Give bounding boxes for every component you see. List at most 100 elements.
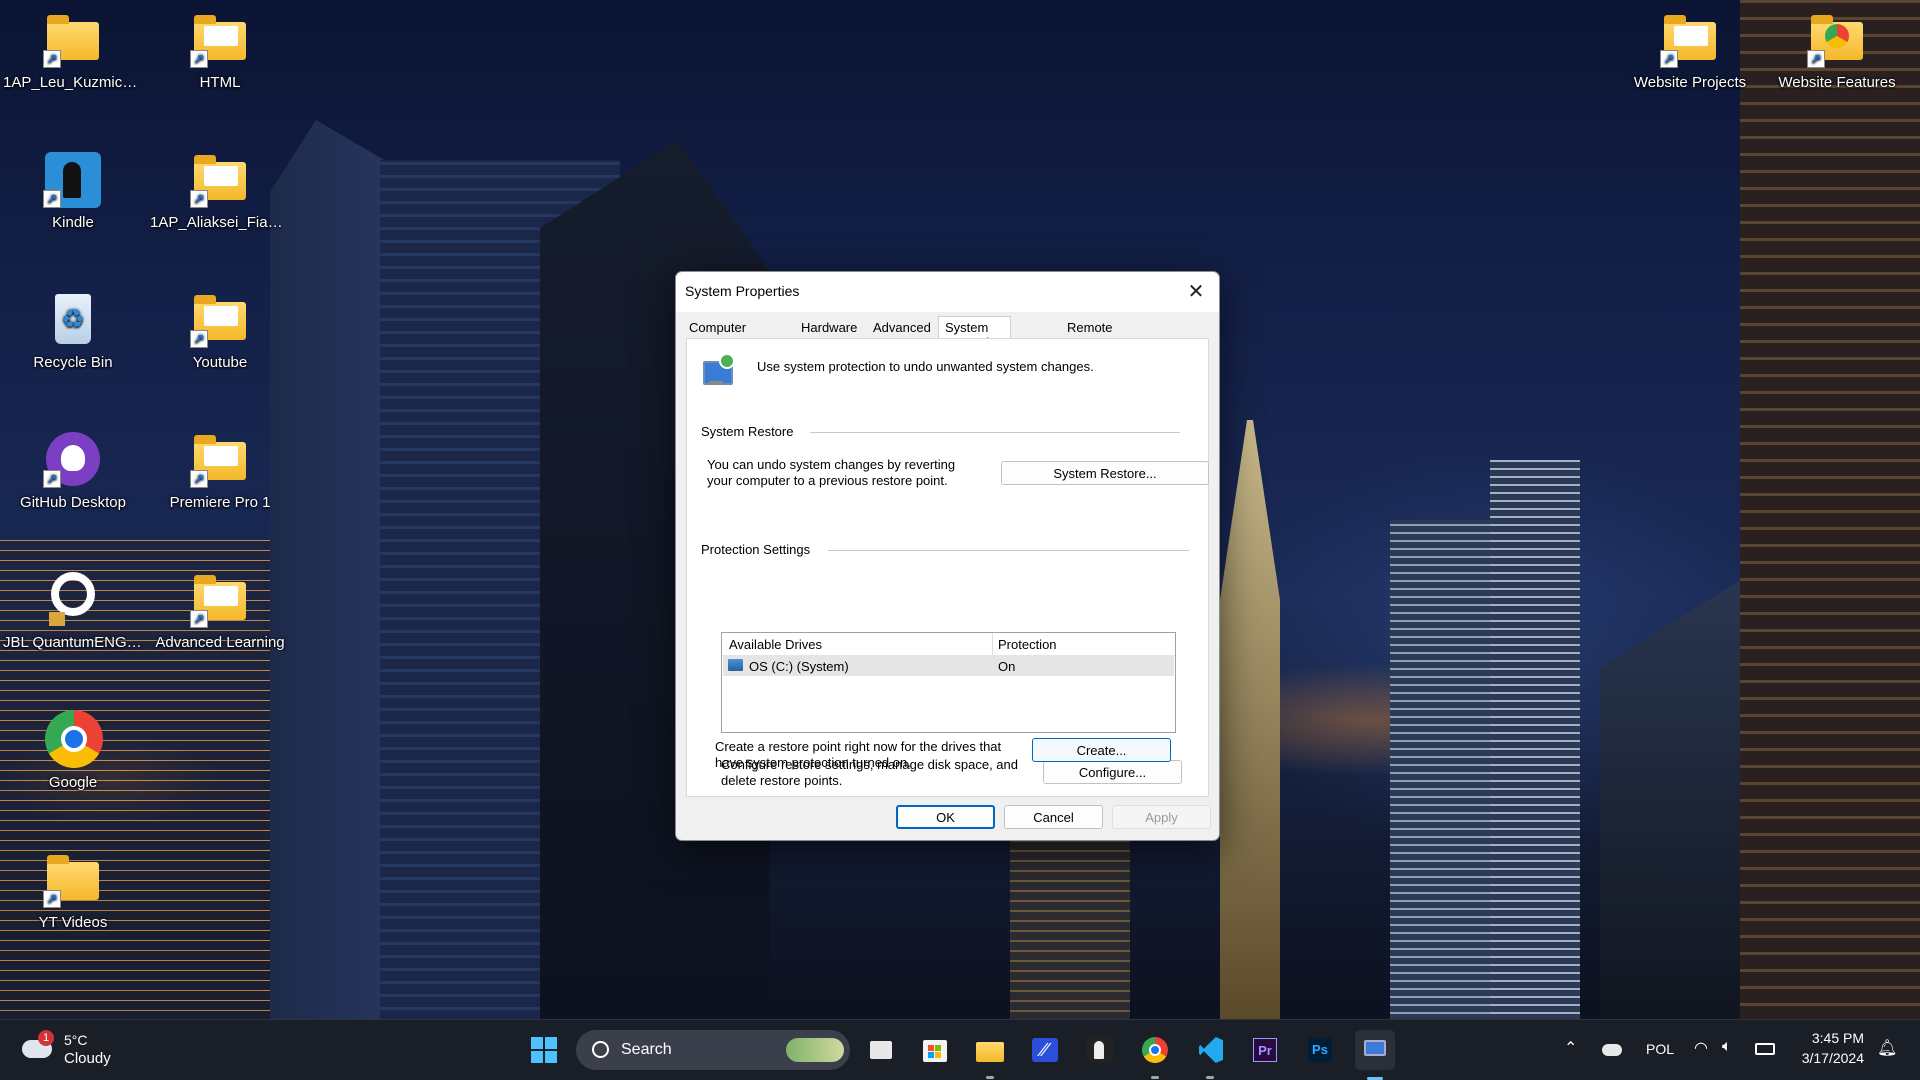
chrome-icon [45,710,103,768]
system-properties-dialog: System Properties ✕ Computer Name Hardwa… [675,271,1220,841]
dialog-title: System Properties [685,283,800,299]
notification-bell-icon[interactable]: 🔔︎ [1877,1038,1897,1058]
battery-icon[interactable] [1755,1043,1775,1055]
desktop-icon-label: Website Features [1778,74,1896,91]
tab-advanced[interactable]: Advanced [873,320,931,338]
desktop-icon-label: HTML [199,74,241,91]
shortcut-arrow-icon: ↗ [43,190,61,208]
table-row[interactable]: OS (C:) (System) On [723,656,1174,676]
desktop-icon-kindle[interactable]: ↗ Kindle [3,144,143,231]
clock-time[interactable]: 3:45 PM [1800,1030,1864,1046]
chrome-icon[interactable] [1135,1030,1175,1079]
create-button[interactable]: Create... [1032,738,1171,762]
column-protection[interactable]: Protection [998,637,1057,652]
desktop-icon-folder[interactable]: ↗ HTML [150,4,290,91]
close-icon[interactable]: ✕ [1173,272,1219,312]
drive-name: OS (C:) (System) [749,659,849,674]
notification-badge: 1 [38,1030,54,1046]
vector-app-icon[interactable]: ⁄⁄ [1025,1030,1065,1070]
desktop-icon-google[interactable]: Google [3,704,143,791]
desktop-icon-folder[interactable]: ↗ Website Features [1767,4,1907,91]
desktop-icon-label: Recycle Bin [33,354,113,371]
desktop-icon-label: Website Projects [1633,74,1747,91]
onedrive-icon[interactable] [1602,1044,1622,1056]
shortcut-arrow-icon: ↗ [190,610,208,628]
language-indicator[interactable]: POL [1646,1041,1674,1057]
desktop-icon-folder[interactable]: ↗ 1AP_Aliaksei_Fiado... [150,144,290,231]
cancel-button[interactable]: Cancel [1004,805,1103,829]
desktop-icon-folder[interactable]: ↗ Youtube [150,284,290,371]
shortcut-arrow-icon: ↗ [43,890,61,908]
drive-protection-status: On [998,659,1016,674]
search-input[interactable]: Search [576,1030,850,1070]
system-protection-panel: Use system protection to undo unwanted s… [686,338,1209,797]
background-building [1390,520,1500,1020]
desktop-icon-label: Premiere Pro 1 [169,494,271,511]
search-placeholder: Search [621,1041,672,1058]
shortcut-arrow-icon: ↗ [1660,50,1678,68]
shortcut-arrow-icon: ↗ [1807,50,1825,68]
vscode-icon[interactable] [1190,1030,1230,1079]
protection-settings-heading: Protection Settings [701,542,811,557]
premiere-pro-icon[interactable]: Pr [1245,1030,1285,1070]
jbl-quantum-icon [51,572,95,616]
microsoft-store-icon[interactable] [915,1030,955,1070]
desktop-icon-folder[interactable]: ↗ Advanced Learning [150,564,290,651]
tab-remote[interactable]: Remote [1067,320,1113,338]
wifi-icon[interactable]: ◠ [1694,1038,1708,1058]
taskbar: 1 5°C Cloudy Search ⁄⁄ Pr Ps ⌃ POL ◠ 🔈︎ … [0,1019,1920,1080]
windows-start-icon[interactable] [524,1030,564,1070]
tab-system-protection[interactable]: System Protection [938,316,1011,350]
desktop-icon-label: GitHub Desktop [20,494,126,511]
drives-list[interactable]: Available Drives Protection OS (C:) (Sys… [721,632,1176,733]
tab-computer-name[interactable]: Computer Name [689,320,746,350]
desktop-icon-label: Google [48,774,98,791]
create-text: Create a restore point right now for the… [715,739,1002,770]
desktop-icon-folder[interactable]: ↗ YT Videos [3,844,143,931]
weather-condition: Cloudy [64,1050,111,1067]
desktop-icon-github[interactable]: ↗ GitHub Desktop [3,424,143,511]
shortcut-arrow-icon: ↗ [190,190,208,208]
weather-temp: 5°C [64,1032,88,1048]
system-properties-taskbar-icon[interactable] [1355,1030,1395,1080]
desktop-icon-label: YT Videos [38,914,108,931]
column-available-drives[interactable]: Available Drives [729,637,822,652]
desktop-icon-jbl-quantum[interactable]: JBL QuantumENGINE [3,564,143,651]
shortcut-arrow-icon: ↗ [43,50,61,68]
desktop-icon-folder[interactable]: ↗ Premiere Pro 1 [150,424,290,511]
search-highlight-image [786,1038,844,1062]
chevron-up-icon[interactable]: ⌃ [1564,1038,1577,1058]
file-explorer-icon[interactable] [970,1030,1010,1079]
weather-widget[interactable]: 1 5°C Cloudy [20,1028,130,1072]
drive-icon [728,659,743,671]
desktop-icon-recycle-bin[interactable]: ♻ Recycle Bin [3,284,143,371]
volume-icon[interactable]: 🔈︎ [1722,1038,1732,1056]
system-restore-button[interactable]: System Restore... [1001,461,1209,485]
shortcut-arrow-icon: ↗ [190,330,208,348]
system-protection-icon [701,353,735,387]
recycle-bin-icon: ♻ [55,294,91,344]
task-view-icon[interactable] [861,1030,901,1070]
shortcut-arrow-icon: ↗ [43,470,61,488]
desktop-icon-folder[interactable]: ↗ 1AP_Leu_Kuzmich_P... [3,4,143,91]
apply-button[interactable]: Apply [1112,805,1211,829]
background-building [1220,420,1280,1020]
desktop-icon-label: Kindle [52,214,94,231]
desktop-icon-label: 1AP_Aliaksei_Fiado... [150,214,290,231]
desktop-icon-folder[interactable]: ↗ Website Projects [1620,4,1760,91]
photoshop-icon[interactable]: Ps [1300,1030,1340,1070]
group-divider [828,550,1189,551]
system-restore-text: You can undo system changes by reverting… [707,457,956,488]
desktop-icon-label: JBL QuantumENGINE [3,634,143,651]
clock-date[interactable]: 3/17/2024 [1794,1050,1864,1066]
intro-text: Use system protection to undo unwanted s… [757,359,1094,374]
search-icon [592,1041,609,1058]
configure-button[interactable]: Configure... [1043,760,1182,784]
background-building [1740,0,1920,1020]
ok-button[interactable]: OK [896,805,995,829]
desktop-icon-label: Youtube [192,354,248,371]
group-divider [810,432,1180,433]
dialog-titlebar[interactable]: System Properties ✕ [676,272,1219,312]
kindle-icon[interactable] [1080,1030,1120,1070]
tab-hardware[interactable]: Hardware [801,320,857,338]
